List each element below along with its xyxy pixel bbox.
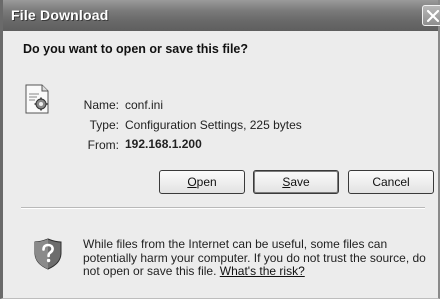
file-name-value: conf.ini [125,98,164,112]
source-host-value: 192.168.1.200 [125,137,202,151]
close-icon [426,9,440,23]
open-label-rest: pen [196,175,217,189]
from-label: From: [87,138,119,152]
name-label: Name: [83,98,119,112]
file-download-dialog: File Download Do you want to open or sav… [0,0,440,299]
close-button[interactable] [422,5,440,26]
file-type-value: Configuration Settings, 225 bytes [125,118,302,132]
divider-highlight [21,208,425,209]
security-warning: While files from the Internet can be use… [83,237,429,279]
cancel-button[interactable]: Cancel [348,170,434,194]
save-label-rest: ave [290,175,310,189]
window-title: File Download [11,7,109,23]
open-mnemonic: O [187,175,197,189]
file-settings-icon [25,84,49,114]
dialog-question: Do you want to open or save this file? [23,42,249,56]
title-bar[interactable]: File Download [3,0,440,31]
whats-the-risk-link[interactable]: What's the risk? [220,264,305,278]
type-label: Type: [89,118,119,132]
shield-question-icon [34,238,62,270]
save-button[interactable]: Save [253,170,339,194]
open-button[interactable]: Open [159,170,245,194]
